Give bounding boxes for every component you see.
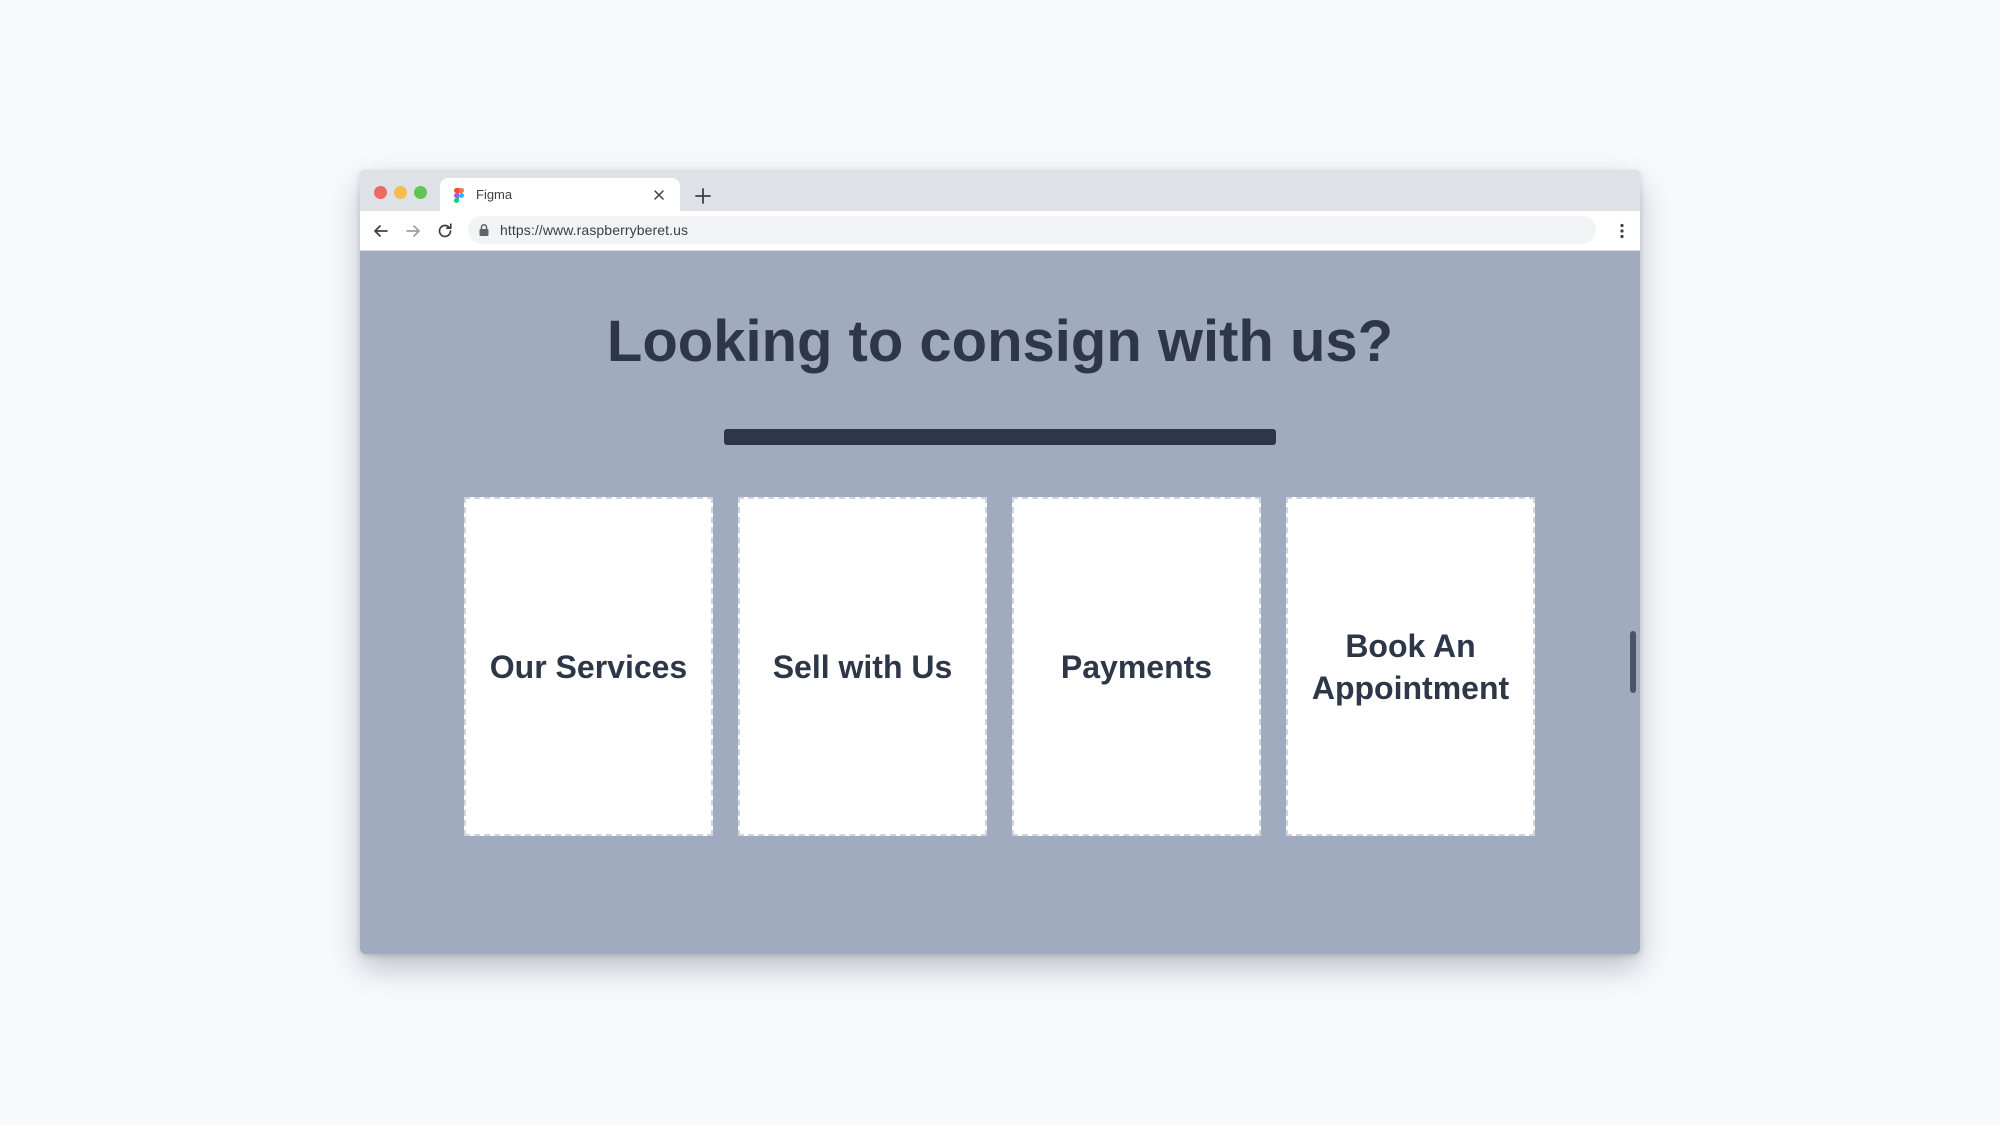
figma-logo-icon [454,188,464,203]
window-maximize-button[interactable] [414,186,427,199]
close-icon[interactable] [650,186,668,204]
url-text[interactable]: https://www.raspberryberet.us [500,222,688,238]
page-viewport: Looking to consign with us? Our Services… [360,251,1640,954]
arrow-right-icon[interactable] [402,220,424,242]
headline-divider [724,429,1276,445]
browser-tab[interactable]: Figma [440,178,680,211]
window-close-button[interactable] [374,186,387,199]
reload-icon[interactable] [434,220,456,242]
plus-icon[interactable] [690,183,716,209]
scrollbar-thumb[interactable] [1630,631,1636,693]
tab-title: Figma [476,187,513,202]
browser-window: Figma https://www.raspberryberet.us Look… [360,170,1640,954]
window-minimize-button[interactable] [394,186,407,199]
address-bar[interactable]: https://www.raspberryberet.us [468,216,1596,244]
card-sell-with-us[interactable]: Sell with Us [738,497,987,836]
card-our-services[interactable]: Our Services [464,497,713,836]
lock-icon [479,223,489,236]
card-payments[interactable]: Payments [1012,497,1261,836]
arrow-left-icon[interactable] [370,220,392,242]
browser-toolbar: https://www.raspberryberet.us [360,211,1640,251]
kebab-menu-icon[interactable] [1611,220,1633,242]
card-book-an-appointment[interactable]: Book An Appointment [1286,497,1535,836]
page-headline: Looking to consign with us? [606,309,1394,374]
